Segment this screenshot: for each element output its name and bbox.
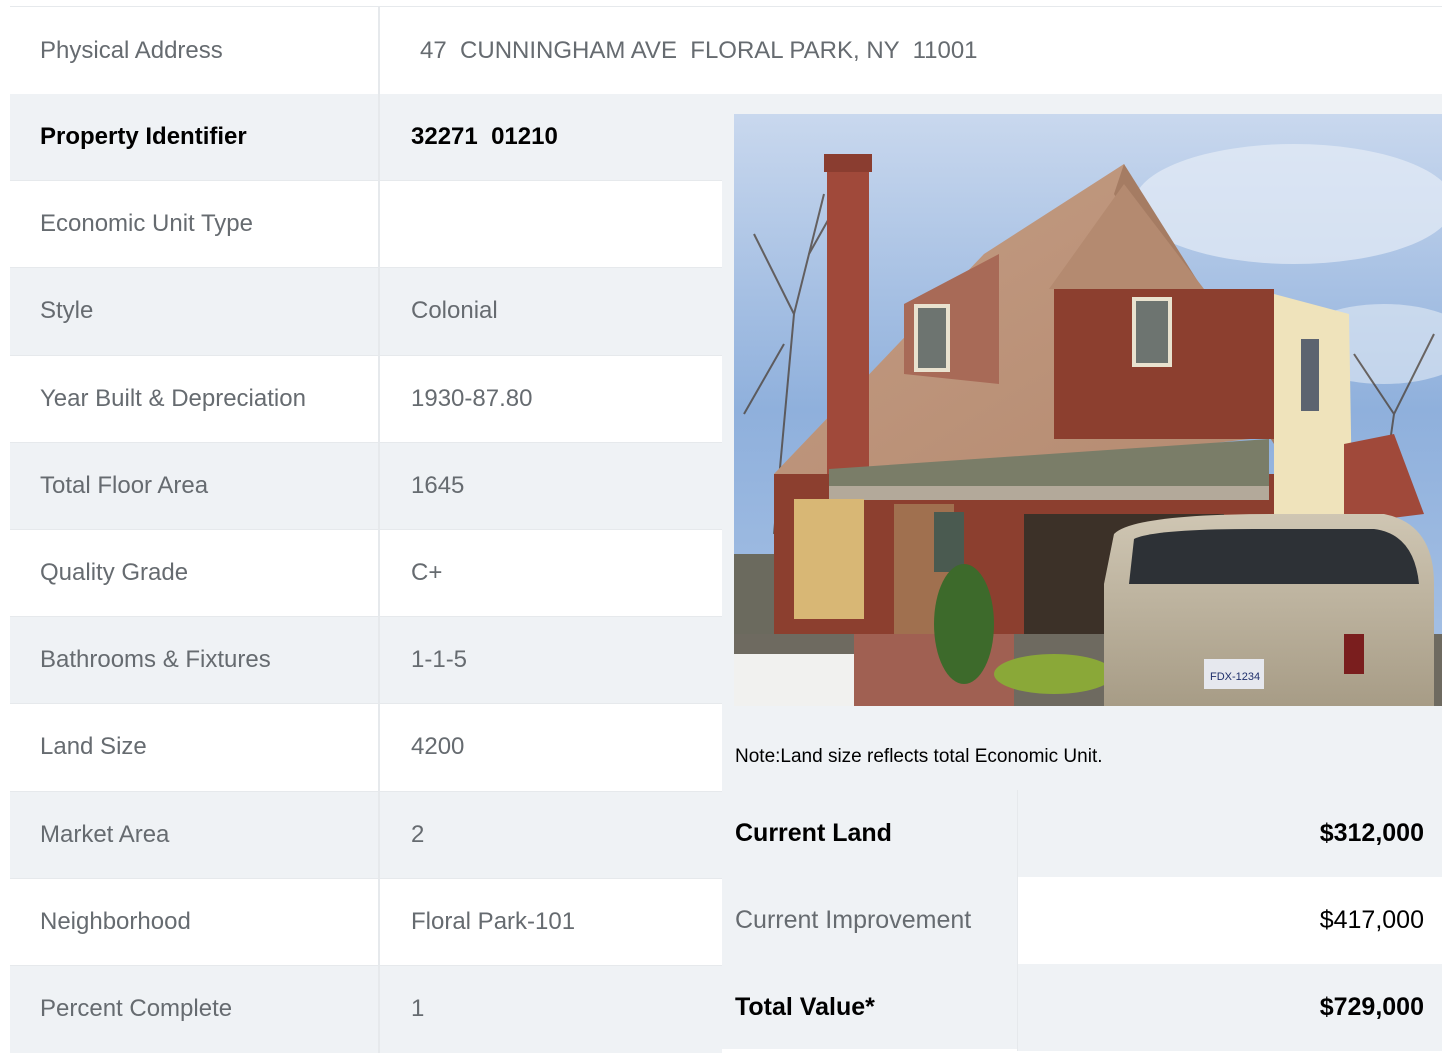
current-improvement-value: $417,000 — [1017, 877, 1442, 964]
bathrooms-label: Bathrooms & Fixtures — [10, 617, 380, 704]
percent-complete-row: Percent Complete 1 — [10, 965, 722, 1053]
current-improvement-row: Current Improvement $417,000 — [722, 877, 1442, 964]
current-improvement-label: Current Improvement — [735, 906, 972, 934]
total-value-row: Total Value* $729,000 — [722, 964, 1442, 1051]
property-identifier-row: Property Identifier 32271 01210 — [10, 94, 722, 182]
property-identifier-value: 32271 01210 — [411, 123, 558, 151]
percent-complete-label: Percent Complete — [10, 965, 380, 1053]
economic-unit-type-label: Economic Unit Type — [10, 181, 380, 268]
physical-address-value: 47 CUNNINGHAM AVE FLORAL PARK, NY 11001 — [420, 36, 978, 64]
year-built-row: Year Built & Depreciation 1930-87.80 — [10, 355, 722, 443]
percent-complete-value: 1 — [411, 995, 425, 1023]
quality-grade-value: C+ — [411, 559, 443, 587]
style-label: Style — [10, 268, 380, 355]
market-area-label: Market Area — [10, 791, 380, 878]
neighborhood-label: Neighborhood — [10, 878, 380, 965]
style-value: Colonial — [411, 297, 498, 325]
physical-address-row: Physical Address 47 CUNNINGHAM AVE FLORA… — [10, 6, 1442, 95]
land-size-value: 4200 — [411, 733, 465, 761]
land-size-label: Land Size — [10, 704, 380, 791]
neighborhood-value: Floral Park-101 — [411, 907, 576, 935]
property-summary-panel: FDX-1234 Note:Land size reflects total E… — [722, 94, 1442, 1051]
total-value-value: $729,000 — [1017, 964, 1442, 1051]
total-floor-area-label: Total Floor Area — [10, 442, 380, 529]
total-value-label: Total Value* — [735, 993, 875, 1021]
property-photo: FDX-1234 — [734, 114, 1442, 706]
total-floor-area-row: Total Floor Area 1645 — [10, 442, 722, 530]
land-size-note: Note:Land size reflects total Economic U… — [735, 746, 1103, 767]
market-area-row: Market Area 2 — [10, 791, 722, 879]
bathrooms-row: Bathrooms & Fixtures 1-1-5 — [10, 617, 722, 705]
physical-address-label: Physical Address — [10, 7, 380, 94]
property-details-table: Property Identifier 32271 01210 Economic… — [10, 94, 722, 1053]
total-floor-area-value: 1645 — [411, 471, 465, 499]
neighborhood-row: Neighborhood Floral Park-101 — [10, 878, 722, 966]
economic-unit-type-row: Economic Unit Type — [10, 181, 722, 269]
style-row: Style Colonial — [10, 268, 722, 356]
property-identifier-label: Property Identifier — [10, 94, 380, 181]
market-area-value: 2 — [411, 820, 425, 848]
current-land-label: Current Land — [735, 819, 892, 847]
license-plate-text: FDX-1234 — [1210, 671, 1260, 683]
year-built-label: Year Built & Depreciation — [10, 355, 380, 442]
year-built-value: 1930-87.80 — [411, 384, 533, 412]
quality-grade-label: Quality Grade — [10, 529, 380, 617]
economic-unit-type-value — [382, 181, 722, 267]
quality-grade-row: Quality Grade C+ — [10, 529, 722, 618]
property-record-page: Physical Address 47 CUNNINGHAM AVE FLORA… — [0, 0, 1442, 1053]
bathrooms-value: 1-1-5 — [411, 646, 468, 674]
land-size-row: Land Size 4200 — [10, 704, 722, 792]
valuation-table: Current Land $312,000 Current Improvemen… — [722, 790, 1442, 1051]
current-land-row: Current Land $312,000 — [722, 790, 1442, 877]
current-land-value: $312,000 — [1017, 790, 1442, 877]
